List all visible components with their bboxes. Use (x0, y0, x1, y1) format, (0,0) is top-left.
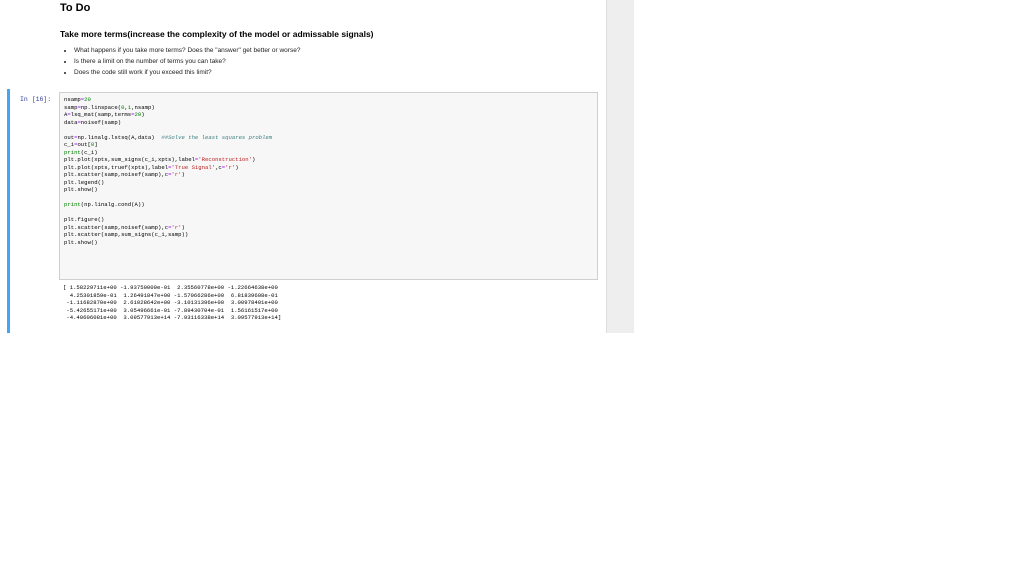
code-line[interactable]: c_i=out[0] (64, 141, 98, 148)
notebook-page: To Do Take more terms(increase the compl… (0, 0, 606, 333)
code-line[interactable]: plt.show() (64, 239, 98, 246)
output-line: -5.42655171e+00 3.05496661e-01 -7.894307… (63, 306, 278, 314)
code-text[interactable]: nsamp=20 samp=np.linspace(0,1,nsamp) A=l… (64, 96, 272, 246)
todo-list: What happens if you take more terms? Doe… (60, 45, 300, 78)
code-line[interactable]: plt.plot(xpts,truef(xpts),label='True Si… (64, 164, 239, 171)
code-line[interactable]: plt.plot(xpts,sum_signs(c_i,xpts),label=… (64, 156, 255, 163)
code-line[interactable]: print(np.linalg.cond(A)) (64, 201, 145, 208)
output-line: 4.25301859e-01 1.26491847e+00 -1.5706628… (63, 291, 278, 299)
cell-output: [ 1.58229711e+00 -1.93750000e-01 2.35560… (63, 284, 281, 322)
code-line[interactable]: print(c_i) (64, 149, 98, 156)
cell-prompt: In [16]: (20, 96, 52, 103)
code-line[interactable]: plt.scatter(samp,noisef(samp),c='r') (64, 171, 185, 178)
code-line[interactable]: plt.show() (64, 186, 98, 193)
code-line[interactable]: samp=np.linspace(0,1,nsamp) (64, 104, 155, 111)
todo-bullet: Is there a limit on the number of terms … (74, 56, 300, 67)
code-line[interactable]: plt.figure() (64, 216, 104, 223)
code-line[interactable]: plt.scatter(samp,sum_signs(c_i,samp)) (64, 231, 188, 238)
output-line: -4.40606081e+00 3.09577913e+14 -7.931163… (63, 314, 282, 321)
output-line: [ 1.58229711e+00 -1.93750000e-01 2.35560… (63, 284, 278, 291)
code-editor[interactable]: nsamp=20 samp=np.linspace(0,1,nsamp) A=l… (59, 92, 598, 280)
code-line[interactable]: nsamp=20 (64, 96, 91, 103)
page-scrollbar[interactable] (606, 0, 634, 333)
code-line[interactable]: A=lsq_mat(samp,terms=20) (64, 111, 145, 118)
code-line[interactable]: plt.legend() (64, 179, 104, 186)
output-line: -1.11682870e+00 2.61028642e+00 -3.101313… (63, 299, 278, 306)
todo-bullet: What happens if you take more terms? Doe… (74, 45, 300, 56)
todo-subheading: Take more terms(increase the complexity … (60, 29, 374, 39)
todo-heading: To Do (60, 2, 91, 14)
code-line[interactable]: data=noisef(samp) (64, 119, 121, 126)
todo-bullet: Does the code still work if you exceed t… (74, 67, 300, 78)
code-cell[interactable]: In [16]: nsamp=20 samp=np.linspace(0,1,n… (7, 89, 599, 333)
code-line[interactable]: plt.scatter(samp,noisef(samp),c='r') (64, 224, 185, 231)
code-line[interactable]: out=np.linalg.lstsq(A,data) ##Solve the … (64, 134, 272, 141)
